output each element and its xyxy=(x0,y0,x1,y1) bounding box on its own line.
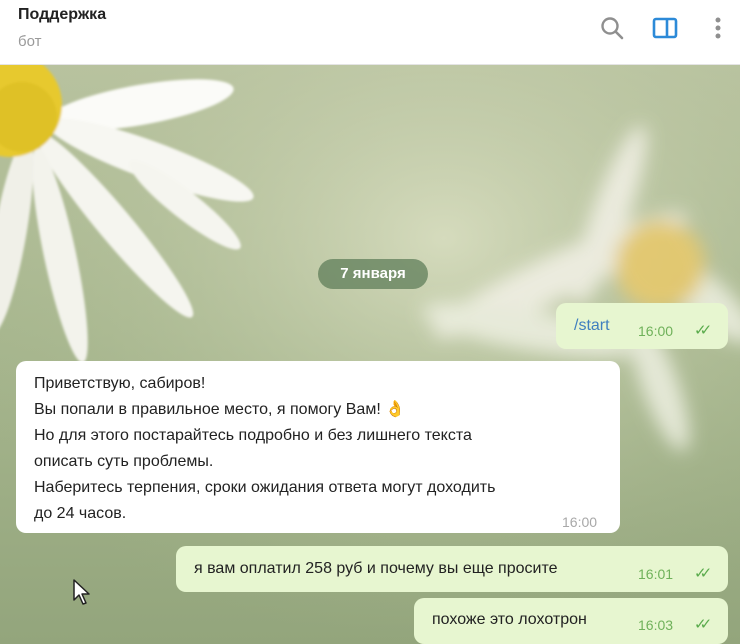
sidebar-toggle-icon[interactable] xyxy=(651,14,681,44)
read-checkmarks-icon: ✓✓ xyxy=(694,616,712,633)
message-time: 16:00 xyxy=(638,323,674,339)
message-time: 16:00 xyxy=(562,514,598,530)
chat-title[interactable]: Поддержка xyxy=(18,6,106,24)
read-checkmarks-icon: ✓✓ xyxy=(694,322,712,339)
message-text: я вам оплатил 258 руб и почему вы еще пр… xyxy=(194,560,558,577)
outgoing-message[interactable]: /start 16:00 ✓✓ xyxy=(556,303,728,349)
message-line: Приветствую, сабиров! xyxy=(34,375,206,392)
message-time: 16:01 xyxy=(638,566,674,582)
read-checkmarks-icon: ✓✓ xyxy=(694,565,712,582)
search-icon[interactable] xyxy=(598,14,628,44)
message-time: 16:03 xyxy=(638,617,674,633)
message-line: описать суть проблемы. xyxy=(34,453,214,470)
chat-header: Поддержка бот xyxy=(0,0,740,65)
outgoing-message[interactable]: я вам оплатил 258 руб и почему вы еще пр… xyxy=(176,546,728,592)
more-vertical-icon[interactable] xyxy=(704,14,734,44)
incoming-message[interactable]: Приветствую, сабиров! Вы попали в правил… xyxy=(16,361,620,533)
message-line: Наберитесь терпения, сроки ожидания отве… xyxy=(34,479,496,496)
date-separator: 7 января xyxy=(318,259,428,289)
message-text: Приветствую, сабиров! Вы попали в правил… xyxy=(34,371,614,527)
message-line: Вы попали в правильное место, я помогу В… xyxy=(34,401,406,418)
outgoing-message[interactable]: похоже это лохотрон 16:03 ✓✓ xyxy=(414,598,728,644)
mouse-cursor-icon xyxy=(73,579,90,605)
chat-subtitle: бот xyxy=(18,33,42,50)
bot-command-link[interactable]: /start xyxy=(574,317,610,335)
message-text: похоже это лохотрон xyxy=(432,611,587,628)
message-line: до 24 часов. xyxy=(34,505,127,522)
chat-background: 7 января /start 16:00 ✓✓ Приветствую, са… xyxy=(0,65,740,644)
message-line: Но для этого постарайтесь подробно и без… xyxy=(34,427,472,444)
